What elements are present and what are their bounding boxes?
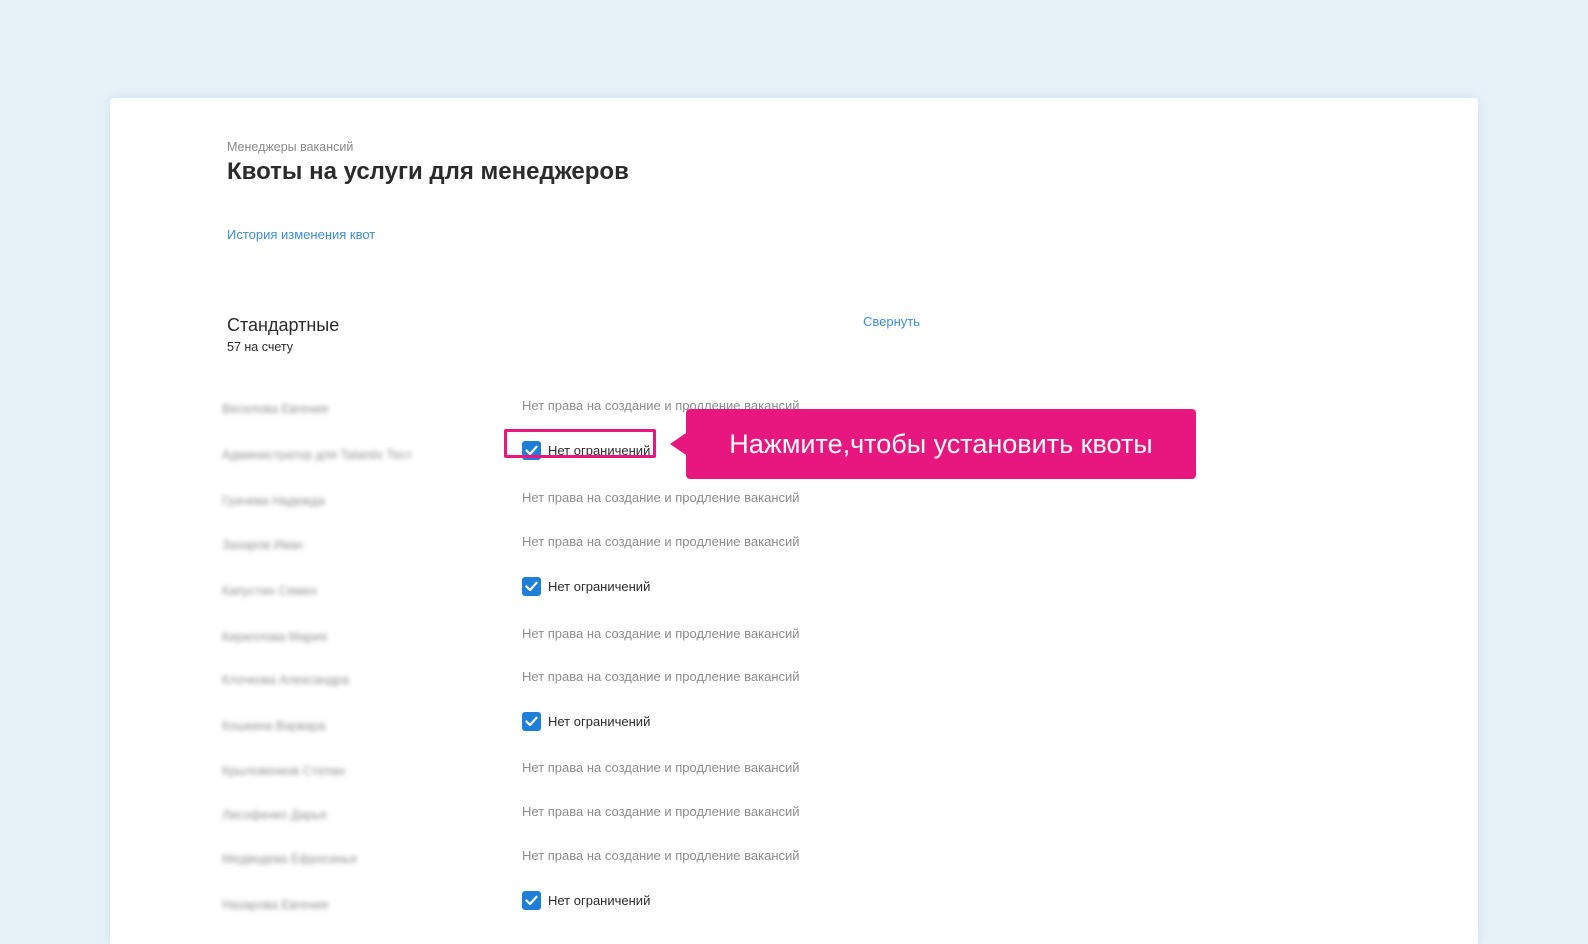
no-limit-label: Нет ограничений (548, 893, 651, 908)
checkmark-icon[interactable] (522, 577, 541, 596)
manager-name: Лисофенко Дарья (222, 808, 327, 822)
manager-name: Кошкина Варвара (222, 719, 326, 733)
highlight-frame (504, 429, 656, 458)
manager-row: Захаров Иван Нет права на создание и прод… (110, 534, 1478, 564)
no-limit-checkbox[interactable]: Нет ограничений (522, 712, 650, 731)
manager-name: Медведева Ефросинья (222, 852, 357, 866)
manager-name: Захаров Иван (222, 538, 303, 552)
manager-name: Администратор для Talantix Тест (222, 448, 413, 462)
callout-tooltip: Нажмите,чтобы установить квоты (670, 409, 1196, 479)
manager-row: Капустин Семен Нет ограничений (110, 577, 1478, 610)
manager-row: Крыловенков Степан Нет права на создание … (110, 760, 1478, 790)
manager-row: Назарова Евгения Нет ограничений (110, 891, 1478, 924)
manager-name: Капустин Семен (222, 584, 317, 598)
manager-name: Назарова Евгения (222, 898, 329, 912)
no-rights-text: Нет права на создание и продление ваканс… (522, 490, 800, 505)
callout-arrow (670, 433, 686, 455)
manager-name: Грачева Надежда (222, 494, 325, 508)
manager-row: Клочкова Александра Нет права на создание… (110, 669, 1478, 699)
manager-list: Веселова Евгения Нет права на создание и … (110, 98, 1478, 944)
callout-text: Нажмите,чтобы установить квоты (729, 428, 1153, 459)
no-rights-text: Нет права на создание и продление ваканс… (522, 534, 800, 549)
checkmark-icon[interactable] (522, 712, 541, 731)
manager-name: Клочкова Александра (222, 673, 349, 687)
no-rights-text: Нет права на создание и продление ваканс… (522, 804, 800, 819)
no-rights-text: Нет права на создание и продление ваканс… (522, 760, 800, 775)
manager-row: Грачева Надежда Нет права на создание и п… (110, 490, 1478, 520)
no-rights-text: Нет права на создание и продление ваканс… (522, 626, 800, 641)
no-limit-label: Нет ограничений (548, 714, 651, 729)
quota-card: Менеджеры вакансий Квоты на услуги для м… (110, 98, 1478, 944)
manager-name: Крыловенков Степан (222, 764, 345, 778)
no-limit-label: Нет ограничений (548, 579, 651, 594)
manager-row: Лисофенко Дарья Нет права на создание и п… (110, 804, 1478, 834)
no-limit-checkbox[interactable]: Нет ограничений (522, 891, 650, 910)
manager-row: Кириллова Мария Нет права на создание и п… (110, 626, 1478, 656)
no-limit-checkbox[interactable]: Нет ограничений (522, 577, 650, 596)
manager-row: Кошкина Варвара Нет ограничений (110, 712, 1478, 745)
no-rights-text: Нет права на создание и продление ваканс… (522, 848, 800, 863)
manager-name: Веселова Евгения (222, 402, 329, 416)
no-rights-text: Нет права на создание и продление ваканс… (522, 669, 800, 684)
manager-name: Кириллова Мария (222, 630, 328, 644)
checkmark-icon[interactable] (522, 891, 541, 910)
manager-row: Медведева Ефросинья Нет права на создание… (110, 848, 1478, 878)
